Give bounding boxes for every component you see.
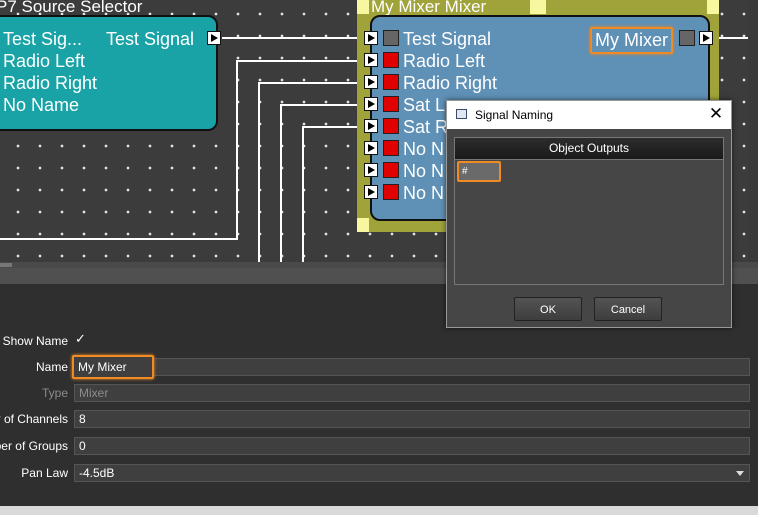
channel-status-square[interactable] bbox=[383, 30, 399, 46]
wire[interactable] bbox=[718, 37, 748, 39]
type-label: Type bbox=[41, 386, 68, 400]
number-of-groups-input[interactable]: 0 bbox=[74, 437, 750, 455]
number-of-groups-label: ber of Groups bbox=[0, 439, 68, 453]
name-label: Name bbox=[35, 360, 68, 374]
mixer-corner-tab bbox=[357, 0, 369, 14]
wire[interactable] bbox=[236, 60, 370, 62]
wire[interactable] bbox=[236, 60, 238, 240]
wire[interactable] bbox=[258, 82, 260, 268]
wire[interactable] bbox=[302, 126, 304, 268]
channel-mute-square[interactable] bbox=[383, 140, 399, 156]
number-of-channels-label: r of Channels bbox=[0, 412, 68, 426]
close-icon[interactable]: ✕ bbox=[705, 103, 727, 125]
cancel-button[interactable]: Cancel bbox=[594, 297, 662, 321]
mixer-output-name[interactable]: My Mixer bbox=[590, 27, 673, 54]
mixer-input-port[interactable] bbox=[364, 97, 378, 111]
object-outputs-header[interactable]: Object Outputs bbox=[455, 138, 723, 160]
signal-naming-dialog: Signal Naming ✕ Object Outputs # OK Canc… bbox=[446, 100, 732, 328]
source-input-label: Radio Left bbox=[3, 51, 86, 71]
wire[interactable] bbox=[258, 82, 370, 84]
object-outputs-list[interactable]: Object Outputs # bbox=[454, 137, 724, 285]
mixer-input-port[interactable] bbox=[364, 119, 378, 133]
show-name-label: Show Name bbox=[2, 334, 68, 348]
source-output-port[interactable] bbox=[207, 31, 221, 45]
mixer-channel-label: Radio Right bbox=[403, 73, 498, 93]
ok-button[interactable]: OK bbox=[514, 297, 582, 321]
mixer-channel-label: No N bbox=[403, 161, 445, 181]
mixer-channel-label: No N bbox=[403, 183, 445, 203]
mixer-channel-label: Radio Left bbox=[403, 51, 486, 71]
mixer-corner-tab bbox=[530, 0, 546, 14]
mixer-corner-tab bbox=[707, 0, 719, 14]
pan-law-select[interactable]: -4.5dB bbox=[74, 464, 750, 482]
scrollbar-thumb[interactable] bbox=[0, 263, 12, 267]
channel-mute-square[interactable] bbox=[383, 162, 399, 178]
mixer-input-port[interactable] bbox=[364, 163, 378, 177]
channel-mute-square[interactable] bbox=[383, 96, 399, 112]
wire[interactable] bbox=[280, 104, 282, 268]
mixer-input-port[interactable] bbox=[364, 53, 378, 67]
status-strip bbox=[0, 506, 758, 515]
channel-mute-square[interactable] bbox=[383, 184, 399, 200]
mixer-channel-label: Test Signal bbox=[403, 29, 492, 49]
wire[interactable] bbox=[0, 238, 238, 240]
source-input-label: Radio Right bbox=[3, 73, 98, 93]
channel-mute-square[interactable] bbox=[383, 52, 399, 68]
type-field: Mixer bbox=[74, 384, 750, 402]
pan-law-value: -4.5dB bbox=[79, 466, 115, 480]
mixer-channel-label: No N bbox=[403, 139, 445, 159]
number-of-channels-input[interactable]: 8 bbox=[74, 410, 750, 428]
source-input-label: Test Sig... bbox=[3, 29, 83, 49]
channel-mute-square[interactable] bbox=[383, 118, 399, 134]
source-input-label: No Name bbox=[3, 95, 80, 115]
mixer-output-port[interactable] bbox=[699, 31, 713, 45]
chevron-down-icon[interactable] bbox=[736, 471, 744, 476]
window-app-icon bbox=[456, 109, 467, 119]
output-name-cell[interactable]: # bbox=[457, 161, 501, 182]
channel-mute-square[interactable] bbox=[383, 74, 399, 90]
mixer-input-port[interactable] bbox=[364, 185, 378, 199]
mixer-input-port[interactable] bbox=[364, 141, 378, 155]
name-input[interactable]: My Mixer bbox=[72, 355, 154, 379]
mixer-input-port[interactable] bbox=[364, 31, 378, 45]
vertical-scrollbar[interactable] bbox=[748, 0, 758, 262]
source-output-label: Test Signal bbox=[106, 29, 195, 49]
mixer-channel-label: Sat L bbox=[403, 95, 446, 115]
name-field-track bbox=[74, 358, 750, 376]
pan-law-label: Pan Law bbox=[21, 466, 68, 480]
dialog-title-bar[interactable]: Signal Naming ✕ bbox=[447, 101, 731, 129]
show-name-checkbox[interactable]: ✓ bbox=[75, 332, 89, 346]
mixer-corner-tab bbox=[357, 218, 369, 232]
mixer-channel-label: Sat R bbox=[403, 117, 449, 137]
dialog-title: Signal Naming bbox=[475, 108, 554, 122]
mixer-input-port[interactable] bbox=[364, 75, 378, 89]
output-status-square[interactable] bbox=[679, 30, 695, 46]
wire[interactable] bbox=[222, 37, 370, 39]
